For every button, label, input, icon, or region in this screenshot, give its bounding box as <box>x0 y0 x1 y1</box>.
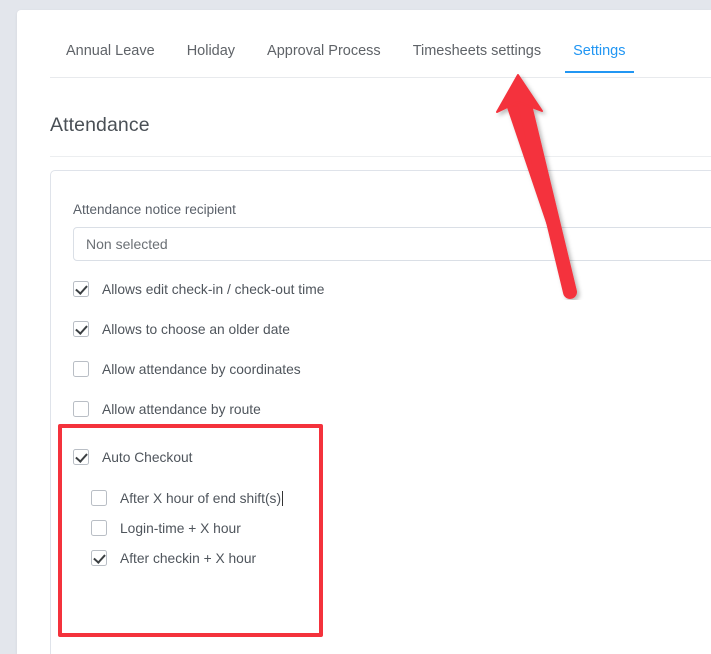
title-divider <box>50 156 711 157</box>
checkbox-after-x-hour-of-end-shift-s[interactable]: After X hour of end shift(s) <box>91 490 284 506</box>
checkbox-label-after-x-hour-of-end-shift-s: After X hour of end shift(s) <box>120 490 282 506</box>
page-title: Attendance <box>50 114 150 136</box>
checkbox-box-after-x-hour-of-end-shift-s[interactable] <box>91 490 107 506</box>
checkbox-box-allow-attendance-by-route[interactable] <box>73 401 89 417</box>
checkbox-label-allows-to-choose-an-older-date: Allows to choose an older date <box>102 321 290 337</box>
attendance-settings-panel: Attendance notice recipient Non selected… <box>50 170 711 654</box>
checkbox-box-allows-to-choose-an-older-date[interactable] <box>73 321 89 337</box>
recipient-selected-value: Non selected <box>86 236 168 252</box>
tab-annual-leave[interactable]: Annual Leave <box>50 30 171 72</box>
checkbox-after-checkin-x-hour[interactable]: After checkin + X hour <box>91 550 256 566</box>
checkbox-login-time-x-hour[interactable]: Login-time + X hour <box>91 520 241 536</box>
tab-timesheets-settings[interactable]: Timesheets settings <box>397 30 557 72</box>
checkbox-allow-attendance-by-coordinates[interactable]: Allow attendance by coordinates <box>73 361 301 377</box>
checkbox-label-login-time-x-hour: Login-time + X hour <box>120 520 241 536</box>
attendance-notice-recipient-select[interactable]: Non selected <box>73 227 711 261</box>
checkbox-label-allow-attendance-by-route: Allow attendance by route <box>102 401 261 417</box>
tab-list: Annual Leave Holiday Approval Process Times… <box>50 30 711 77</box>
screenshot-root: Annual Leave Holiday Approval Process Times… <box>0 0 711 654</box>
checkbox-box-allow-attendance-by-coordinates[interactable] <box>73 361 89 377</box>
checkbox-label-auto-checkout: Auto Checkout <box>102 449 193 465</box>
recipient-label: Attendance notice recipient <box>73 202 236 217</box>
content-card: Annual Leave Holiday Approval Process Times… <box>17 10 711 654</box>
tab-settings[interactable]: Settings <box>557 30 641 72</box>
tab-bar: Annual Leave Holiday Approval Process Times… <box>50 30 711 78</box>
checkbox-box-auto-checkout[interactable] <box>73 449 89 465</box>
tab-holiday[interactable]: Holiday <box>171 30 251 72</box>
checkbox-auto-checkout[interactable]: Auto Checkout <box>73 449 193 465</box>
checkbox-label-allows-edit-check-in-check-out-time: Allows edit check-in / check-out time <box>102 281 325 297</box>
checkbox-box-login-time-x-hour[interactable] <box>91 520 107 536</box>
checkbox-allows-edit-check-in-check-out-time[interactable]: Allows edit check-in / check-out time <box>73 281 324 297</box>
checkbox-label-allow-attendance-by-coordinates: Allow attendance by coordinates <box>102 361 301 377</box>
checkbox-allows-to-choose-an-older-date[interactable]: Allows to choose an older date <box>73 321 290 337</box>
tab-approval-process[interactable]: Approval Process <box>251 30 397 72</box>
checkbox-box-allows-edit-check-in-check-out-time[interactable] <box>73 281 89 297</box>
checkbox-label-after-checkin-x-hour: After checkin + X hour <box>120 550 257 566</box>
checkbox-box-after-checkin-x-hour[interactable] <box>91 550 107 566</box>
text-caret <box>282 490 284 506</box>
checkbox-allow-attendance-by-route[interactable]: Allow attendance by route <box>73 401 261 417</box>
